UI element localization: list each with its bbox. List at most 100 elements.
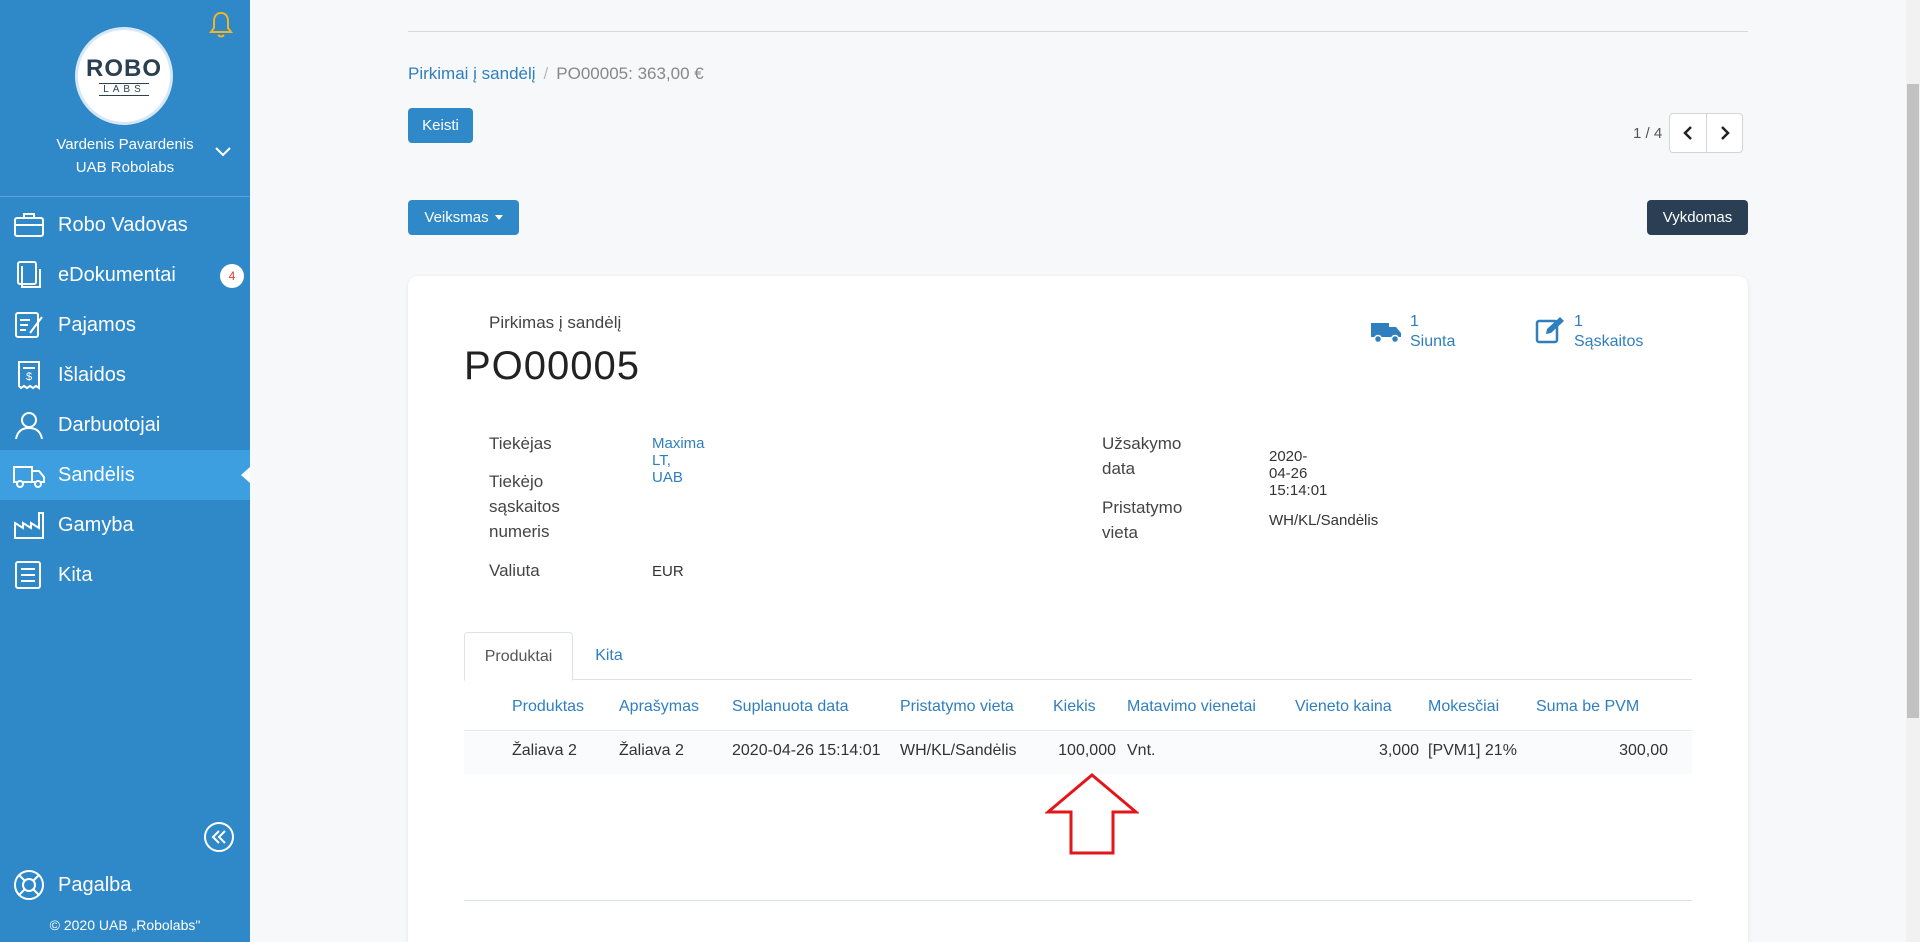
cell-subtotal: 300,00 [1619,742,1668,759]
cell-delivery-location: WH/KL/Sandėlis [900,742,1017,759]
sidebar-item-label: Sandėlis [58,463,135,486]
svg-text:$: $ [26,371,32,383]
sidebar-divider [0,196,250,197]
invoices-label: Sąskaitos [1574,333,1644,350]
breadcrumb-current: PO00005: 363,00 € [556,64,704,83]
edit-document-icon [15,312,43,338]
sidebar-item-gamyba[interactable]: Gamyba [0,500,250,550]
pager-buttons [1669,113,1744,153]
tab-produktai[interactable]: Produktai [464,632,573,681]
column-header[interactable]: Produktas [512,698,584,716]
supplier-invoice-label-1: Tiekėjo [489,472,544,491]
tabs: Produktai Kita [464,632,1692,681]
truck-icon [1371,323,1401,344]
table-bottom-divider [464,900,1692,901]
previous-record-button[interactable] [1670,114,1706,152]
order-date-label-2: data [1102,459,1136,478]
sidebar-item-kita[interactable]: Kita [0,550,250,600]
column-header[interactable]: Mokesčiai [1428,698,1499,716]
cell-description: Žaliava 2 [619,742,684,759]
delivery-value: WH/KL/Sandėlis [1269,512,1379,529]
sidebar-item-label: Išlaidos [58,363,126,386]
sidebar-item-label: eDokumentai [58,263,176,286]
breadcrumb-parent-link[interactable]: Pirkimai į sandėlį [408,64,536,84]
column-header[interactable]: Suma be PVM [1536,698,1639,716]
sidebar-item-sandelis[interactable]: Sandėlis [0,450,250,500]
list-icon [15,561,41,589]
supplier-label: Tiekėjas [489,434,552,453]
chevron-left-icon [1683,126,1693,140]
pager-counter: 1 / 4 [1633,124,1663,142]
sidebar-item-edokumentai[interactable]: eDokumentai 4 [0,250,250,300]
column-header[interactable]: Aprašymas [619,698,699,716]
delivery-label-1: Pristatymo [1102,498,1183,517]
receipt-icon: $ [18,361,40,390]
scrollbar-thumb[interactable] [1907,84,1919,718]
action-label: Veiksmas [424,209,489,226]
column-header[interactable]: Vieneto kaina [1295,698,1392,716]
company-logo: ROBO LABS [75,27,173,125]
tab-kita[interactable]: Kita [573,632,645,680]
cell-taxes: [PVM1] 21% [1428,742,1517,759]
shipments-smart-button[interactable]: 1 Siunta [1370,312,1455,352]
supplier-value[interactable]: Maxima LT, UAB [652,435,705,486]
cell-product: Žaliava 2 [512,742,577,759]
breadcrumb: Pirkimai į sandėlį / PO00005: 363,00 € [408,64,704,84]
table-header-divider [464,730,1692,731]
collapse-sidebar-icon[interactable] [203,821,235,853]
cell-unit: Vnt. [1127,742,1156,759]
currency-label: Valiuta [489,561,540,580]
lifebuoy-icon [14,870,44,900]
column-header[interactable]: Pristatymo vieta [900,698,1014,716]
supplier-invoice-label-2: sąskaitos [489,497,560,516]
delivery-label-2: vieta [1102,523,1138,542]
documents-icon [17,261,41,288]
bell-icon[interactable] [208,10,234,40]
page-title: PO00005 [464,344,641,388]
copyright: © 2020 UAB „Robolabs" [49,917,201,933]
document-type: Pirkimas į sandėlį [489,313,622,332]
invoices-smart-button[interactable]: 1 Sąskaitos [1534,312,1643,352]
logo-text-bottom: LABS [99,82,149,96]
truck-icon [13,466,45,488]
sidebar-item-pajamos[interactable]: Pajamos [0,300,250,350]
next-record-button[interactable] [1706,114,1742,152]
pager: 1 / 4 [1633,113,1744,153]
edit-button[interactable]: Keisti [408,108,473,143]
sidebar-item-robo-vadovas[interactable]: Robo Vadovas [0,200,250,250]
sidebar-item-label: Gamyba [58,513,134,536]
caret-down-icon [494,215,503,220]
sidebar-item-darbuotojai[interactable]: Darbuotojai [0,400,250,450]
sidebar-item-label: Kita [58,563,93,586]
breadcrumb-separator: / [543,64,549,83]
help-link[interactable]: Pagalba [12,868,131,902]
column-header[interactable]: Matavimo vienetai [1127,698,1256,716]
notification-badge: 4 [220,264,244,288]
sidebar-item-label: Darbuotojai [58,413,161,436]
chevron-right-icon [1720,126,1730,140]
column-header[interactable]: Suplanuota data [732,698,849,716]
currency-value: EUR [652,563,684,580]
cell-unit-price: 3,000 [1378,742,1419,759]
status-badge[interactable]: Vykdomas [1647,200,1748,235]
shipments-count: 1 [1410,313,1419,330]
cell-quantity: 100,000 [1058,742,1116,759]
edit-icon [1535,317,1564,344]
sidebar-item-label: Robo Vadovas [58,213,188,236]
order-date-value: 2020-04-26 15:14:01 [1269,448,1328,499]
logo-text-top: ROBO [86,54,162,82]
sidebar: ROBO LABS Vardenis Pavardenis UAB Robola… [0,0,250,942]
help-label: Pagalba [58,873,132,896]
person-icon [15,412,43,440]
shipments-label: Siunta [1410,333,1456,350]
sidebar-item-islaidos[interactable]: $ Išlaidos [0,350,250,400]
annotation-arrow-icon [1045,773,1139,855]
chevron-down-icon[interactable] [212,140,234,162]
supplier-invoice-label-3: numeris [489,522,550,541]
order-date-label-1: Užsakymo [1102,434,1182,453]
action-dropdown-button[interactable]: Veiksmas [408,200,519,235]
sidebar-item-label: Pajamos [58,313,136,336]
cell-scheduled-date: 2020-04-26 15:14:01 [732,742,881,759]
top-divider [408,31,1748,32]
column-header[interactable]: Kiekis [1053,698,1096,716]
